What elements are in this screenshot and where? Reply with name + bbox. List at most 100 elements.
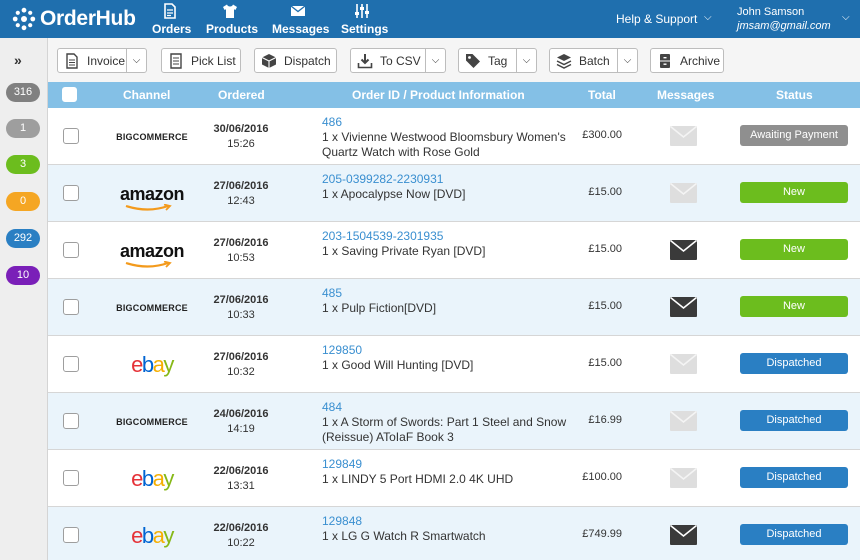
to-csv-button-label: To CSV <box>380 53 421 68</box>
product-description: 1 x Vivienne Westwood Bloomsbury Women's… <box>322 130 566 159</box>
invoice-button-label: Invoice <box>87 53 126 68</box>
status-badge[interactable]: Dispatched <box>740 353 848 374</box>
bigcommerce-logo: BIGCOMMERCE <box>116 417 188 427</box>
header-total[interactable]: Total <box>588 88 616 102</box>
order-date-time: 10:32 <box>227 366 255 378</box>
count-badge-new[interactable]: 3 <box>6 155 40 174</box>
chevron-down-icon[interactable]: ⌵ <box>617 49 637 72</box>
order-id-link[interactable]: 129848 <box>322 514 572 529</box>
chevron-down-icon[interactable]: ⌵ <box>842 12 850 23</box>
ebay-logo-y: y <box>163 466 174 491</box>
order-date-day: 30/06/2016 <box>213 123 269 135</box>
nav-settings-label: Settings <box>341 22 389 36</box>
dispatch-button[interactable]: Dispatch <box>254 48 337 73</box>
envelope-icon[interactable] <box>669 239 698 260</box>
order-id-link[interactable]: 129849 <box>322 457 572 472</box>
envelope-icon[interactable] <box>669 296 698 317</box>
batch-button-label: Batch <box>579 53 610 68</box>
to-csv-button[interactable]: To CSV ⌵ <box>350 48 446 73</box>
table-row[interactable]: ebay 22/06/2016 13:31 129849 1 x LINDY 5 Por… <box>48 450 860 507</box>
chevron-down-icon[interactable]: ⌵ <box>126 49 146 72</box>
chevron-down-icon[interactable]: ⌵ <box>425 49 445 72</box>
nav-products[interactable]: Products <box>206 3 258 36</box>
status-badge[interactable]: Dispatched <box>740 410 848 431</box>
order-date-day: 27/06/2016 <box>213 237 269 249</box>
order-date: 30/06/2016 15:26 <box>198 122 284 152</box>
envelope-icon <box>669 353 698 374</box>
amazon-logo-text: amazon <box>119 240 185 261</box>
channel-logo: BIGCOMMERCE <box>106 293 198 323</box>
order-id-link[interactable]: 129850 <box>322 343 572 358</box>
row-checkbox[interactable] <box>63 185 79 201</box>
row-checkbox[interactable] <box>63 470 79 486</box>
chevron-down-icon[interactable]: ⌵ <box>704 12 712 23</box>
count-badge-all[interactable]: 316 <box>6 83 40 102</box>
row-checkbox[interactable] <box>63 299 79 315</box>
ebay-logo-a: a <box>152 466 165 491</box>
status-badge[interactable]: New <box>740 239 848 260</box>
order-id-link[interactable]: 484 <box>322 400 572 415</box>
envelope-icon <box>669 467 698 488</box>
ebay-logo: ebay <box>131 352 174 378</box>
invoice-button[interactable]: Invoice ⌵ <box>57 48 147 73</box>
pick-list-button[interactable]: Pick List <box>161 48 241 73</box>
header-messages[interactable]: Messages <box>657 88 714 102</box>
header-ordered[interactable]: Ordered <box>218 88 265 102</box>
table-row[interactable]: ebay 22/06/2016 10:22 129848 1 x LG G Watch … <box>48 507 860 560</box>
tag-icon <box>464 52 482 70</box>
status-badge[interactable]: New <box>740 182 848 203</box>
table-row[interactable]: BIGCOMMERCE 24/06/2016 14:19 484 1 x A Storm… <box>48 393 860 450</box>
nav-orders[interactable]: Orders <box>152 3 191 36</box>
row-checkbox[interactable] <box>63 413 79 429</box>
tag-button[interactable]: Tag ⌵ <box>458 48 537 73</box>
status-badge[interactable]: Dispatched <box>740 467 848 488</box>
user-email: jmsam@gmail.com <box>737 20 831 32</box>
count-badge-dispatched[interactable]: 292 <box>6 229 40 248</box>
table-row[interactable]: BIGCOMMERCE 30/06/2016 15:26 486 1 x Vivienn… <box>48 108 860 165</box>
count-badge-pending[interactable]: 0 <box>6 192 40 211</box>
nav-settings[interactable]: Settings <box>341 3 389 36</box>
dispatch-button-label: Dispatch <box>284 53 331 68</box>
table-row[interactable]: ebay 27/06/2016 10:32 129850 1 x Good Will H… <box>48 336 860 393</box>
envelope-icon[interactable] <box>669 524 698 545</box>
archive-button[interactable]: Archive <box>650 48 724 73</box>
box-icon <box>260 52 278 70</box>
status-badge[interactable]: Dispatched <box>740 524 848 545</box>
header-order-info[interactable]: Order ID / Product Information <box>352 88 525 102</box>
double-chevron-right-icon[interactable]: » <box>14 52 22 68</box>
user-menu[interactable]: John Samson jmsam@gmail.com <box>737 5 831 33</box>
header-status[interactable]: Status <box>776 88 813 102</box>
order-id-link[interactable]: 203-1504539-2301935 <box>322 229 572 244</box>
order-id-link[interactable]: 486 <box>322 115 572 130</box>
help-support-link[interactable]: Help & Support <box>616 12 697 26</box>
chevron-down-icon[interactable]: ⌵ <box>516 49 536 72</box>
orderhub-logo[interactable]: OrderHub <box>12 6 136 32</box>
row-checkbox[interactable] <box>63 356 79 372</box>
order-info: 129848 1 x LG G Watch R Smartwatch <box>322 514 572 544</box>
ebay-logo: ebay <box>131 523 174 549</box>
order-date-time: 13:31 <box>227 480 255 492</box>
nav-messages[interactable]: Messages <box>272 3 330 36</box>
count-badge-awaiting-payment[interactable]: 1 <box>6 119 40 138</box>
tag-button-label: Tag <box>488 53 508 68</box>
status-badge[interactable]: Awaiting Payment <box>740 125 848 146</box>
ebay-logo-e: e <box>131 352 143 377</box>
select-all-checkbox[interactable] <box>62 87 77 102</box>
status-badge[interactable]: New <box>740 296 848 317</box>
order-id-link[interactable]: 485 <box>322 286 572 301</box>
batch-button[interactable]: Batch ⌵ <box>549 48 638 73</box>
row-checkbox[interactable] <box>63 527 79 543</box>
row-checkbox[interactable] <box>63 128 79 144</box>
table-row[interactable]: BIGCOMMERCE 27/06/2016 10:33 485 1 x Pulp Fi… <box>48 279 860 336</box>
header-channel[interactable]: Channel <box>123 88 170 102</box>
nav-messages-label: Messages <box>272 22 330 36</box>
order-id-link[interactable]: 205-0399282-2230931 <box>322 172 572 187</box>
order-date-time: 15:26 <box>227 138 255 150</box>
envelope-icon <box>669 125 698 146</box>
count-badge-other[interactable]: 10 <box>6 266 40 285</box>
row-checkbox[interactable] <box>63 242 79 258</box>
table-row[interactable]: amazon 27/06/2016 12:43 205-0399282-2230931… <box>48 165 860 222</box>
logo-text: OrderHub <box>40 7 136 30</box>
ebay-logo-y: y <box>163 352 174 377</box>
table-row[interactable]: amazon 27/06/2016 10:53 203-1504539-2301935… <box>48 222 860 279</box>
